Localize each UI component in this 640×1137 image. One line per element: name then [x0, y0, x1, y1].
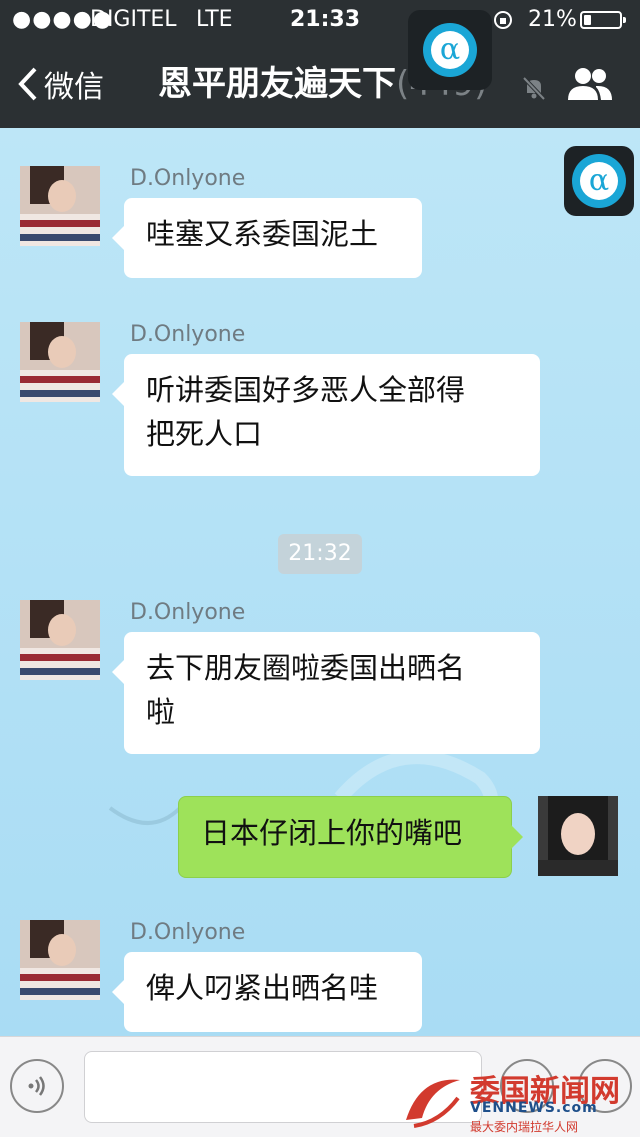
sender-name: D.Onlyone — [130, 920, 246, 945]
message-bubble[interactable]: 听讲委国好多恶人全部得 把死人口 — [112, 354, 540, 476]
alpha-icon: α — [431, 31, 469, 69]
chat-area[interactable]: D.Onlyone 哇塞又系委国泥土 D.Onlyone 听讲委国好多恶人全部得… — [0, 128, 640, 1036]
message-text-line: 听讲委国好多恶人全部得 — [146, 373, 466, 407]
site-slogan: 最大委内瑞拉华人网 — [470, 1120, 579, 1134]
carrier-name: DIGITEL — [90, 7, 177, 32]
clock: 21:33 — [290, 7, 361, 32]
message-bubble[interactable]: 哇塞又系委国泥土 — [112, 198, 422, 278]
site-name-en: VENNEWS.com — [470, 1100, 598, 1116]
alpha-app-badge[interactable]: α — [564, 146, 634, 216]
top-bar: ●●●●● DIGITEL LTE 21:33 21% 微信 恩平朋友遍天下(4… — [0, 0, 640, 128]
battery-icon — [580, 11, 626, 29]
sender-name: D.Onlyone — [130, 600, 246, 625]
message-text-line: 把死人口 — [146, 417, 263, 451]
back-label: 微信 — [44, 70, 104, 105]
timestamp-divider: 21:32 — [278, 534, 362, 574]
chevron-left-icon — [18, 67, 37, 101]
message-bubble-outgoing[interactable]: 日本仔闭上你的嘴吧 — [178, 796, 523, 878]
avatar-d-onlyone[interactable] — [20, 600, 100, 680]
mute-bell-icon — [522, 76, 546, 101]
avatar-self[interactable] — [538, 796, 618, 876]
swoosh-logo-icon — [406, 1079, 460, 1128]
alpha-app-badge[interactable]: α — [408, 10, 492, 90]
alpha-icon: α — [580, 162, 618, 200]
message-text-line: 去下朋友圈啦委国出晒名 — [146, 651, 466, 685]
message-text: 俾人叼紧出晒名哇 — [146, 971, 379, 1005]
status-bar: ●●●●● DIGITEL LTE 21:33 21% — [0, 0, 640, 40]
message-bubble[interactable]: 俾人叼紧出晒名哇 — [112, 952, 422, 1032]
nav-bar: 微信 恩平朋友遍天下(449) — [0, 40, 640, 128]
message-text: 哇塞又系委国泥土 — [146, 217, 379, 251]
members-icon[interactable] — [566, 66, 614, 102]
site-watermark-logo: 委国新闻网 VENNEWS.com 最大委内瑞拉华人网 — [400, 1066, 640, 1136]
avatar-d-onlyone[interactable] — [20, 322, 100, 402]
battery-level — [584, 15, 591, 25]
rotation-lock-icon — [494, 11, 512, 29]
group-name: 恩平朋友遍天下 — [158, 64, 396, 104]
message-text: 日本仔闭上你的嘴吧 — [201, 816, 463, 850]
sender-name: D.Onlyone — [130, 322, 246, 347]
network-type: LTE — [196, 7, 233, 32]
sender-name: D.Onlyone — [130, 166, 246, 191]
voice-input-button[interactable] — [10, 1059, 64, 1113]
avatar-d-onlyone[interactable] — [20, 166, 100, 246]
avatar-d-onlyone[interactable] — [20, 920, 100, 1000]
back-button[interactable]: 微信 — [18, 62, 104, 106]
message-text-line: 啦 — [146, 695, 176, 729]
voice-icon — [28, 1076, 45, 1096]
message-bubble[interactable]: 去下朋友圈啦委国出晒名 啦 — [112, 632, 540, 754]
battery-percent: 21% — [528, 7, 577, 32]
